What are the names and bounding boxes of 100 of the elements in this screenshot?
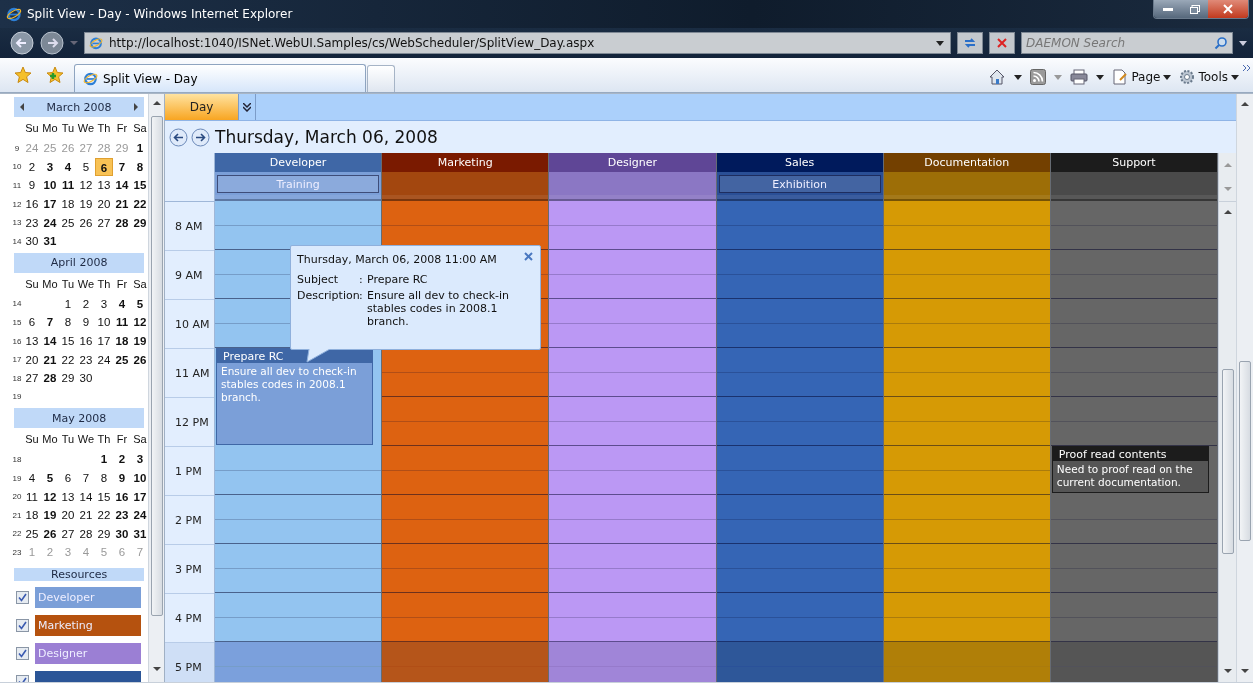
scrollbar-thumb[interactable] [150, 116, 163, 616]
calendar-day[interactable]: 15 [95, 487, 113, 506]
calendar-day[interactable]: 19 [41, 506, 59, 525]
calendar-day[interactable]: 2 [113, 450, 131, 469]
calendar-day[interactable]: 28 [41, 369, 59, 388]
calendar-day[interactable]: 25 [59, 213, 77, 232]
search-field[interactable]: DAEMON Search [1021, 32, 1233, 54]
calendar-day[interactable]: 14 [113, 176, 131, 195]
close-icon[interactable] [1208, 0, 1248, 18]
calendar-day[interactable]: 9 [77, 313, 95, 332]
calendar-day[interactable]: 30 [113, 524, 131, 543]
calendar-day[interactable]: 20 [59, 506, 77, 525]
calendar-day[interactable]: 16 [77, 332, 95, 351]
calendar-day[interactable]: 6 [23, 313, 41, 332]
all-day-event[interactable]: Exhibition [718, 175, 881, 193]
back-icon[interactable] [10, 31, 34, 55]
minimize-icon[interactable] [1154, 0, 1182, 18]
calendar-day[interactable]: 2 [77, 294, 95, 313]
calendar-day[interactable]: 1 [131, 139, 149, 158]
stop-button[interactable] [989, 32, 1015, 54]
calendar-day[interactable]: 17 [95, 332, 113, 351]
resource-checkbox[interactable] [16, 619, 29, 633]
calendar-day[interactable]: 16 [113, 487, 131, 506]
history-caret-icon[interactable] [70, 39, 78, 47]
calendar-day[interactable]: 28 [77, 524, 95, 543]
caret-icon[interactable] [936, 40, 944, 46]
calendar-day[interactable]: 11 [113, 313, 131, 332]
calendar-day[interactable]: 30 [77, 369, 95, 388]
caret-icon[interactable] [1231, 74, 1239, 80]
forward-icon[interactable] [40, 31, 64, 55]
calendar-day[interactable]: 11 [23, 487, 41, 506]
calendar-day[interactable]: 9 [23, 176, 41, 195]
previous-month-icon[interactable] [18, 103, 26, 111]
gear-icon[interactable] [1179, 69, 1196, 85]
calendar-day[interactable]: 25 [23, 524, 41, 543]
calendar-day[interactable]: 28 [113, 213, 131, 232]
calendar-day[interactable]: 20 [95, 195, 113, 214]
scrollbar-thumb[interactable] [1221, 369, 1234, 554]
calendar-day[interactable]: 18 [23, 506, 41, 525]
calendar-day[interactable]: 27 [23, 369, 41, 388]
caret-icon[interactable] [1163, 74, 1172, 80]
calendar-day[interactable]: 29 [131, 213, 149, 232]
calendar-day[interactable]: 1 [59, 294, 77, 313]
calendar-day[interactable]: 14 [77, 487, 95, 506]
calendar-day[interactable]: 24 [41, 213, 59, 232]
calendar-day[interactable]: 23 [23, 213, 41, 232]
calendar-day[interactable]: 23 [113, 506, 131, 525]
calendar-day[interactable]: 24 [131, 506, 149, 525]
calendar-day[interactable]: 5 [77, 157, 95, 176]
calendar-day[interactable]: 29 [59, 369, 77, 388]
browser-tab[interactable]: Split View - Day [74, 64, 366, 92]
calendar-day[interactable]: 7 [77, 469, 95, 487]
calendar-day[interactable]: 4 [23, 469, 41, 487]
next-day-icon[interactable] [191, 127, 210, 147]
appointment[interactable]: Prepare RC Ensure all dev to check-in stables codes in 2008.1 branch. [216, 348, 374, 445]
command-menu[interactable]: Page [1131, 70, 1161, 84]
calendar-day[interactable]: 13 [95, 176, 113, 195]
calendar-day[interactable]: 31 [41, 232, 59, 251]
restore-icon[interactable] [1182, 0, 1208, 18]
calendar-day[interactable]: 5 [41, 469, 59, 487]
add-favorite-icon[interactable] [46, 66, 64, 84]
calendar-day[interactable]: 17 [41, 195, 59, 214]
caret-icon[interactable] [1239, 40, 1247, 46]
calendar-day[interactable]: 10 [131, 469, 149, 487]
calendar-day[interactable]: 22 [59, 350, 77, 369]
calendar-day[interactable]: 21 [113, 195, 131, 214]
calendar-day[interactable]: 7 [41, 313, 59, 332]
home-icon[interactable] [988, 68, 1007, 86]
scroll-up-icon[interactable] [152, 99, 161, 107]
calendar-day[interactable]: 12 [77, 176, 95, 195]
scroll-up-icon[interactable] [1241, 100, 1249, 108]
calendar-day[interactable]: 4 [59, 157, 77, 176]
caret-icon[interactable] [1096, 74, 1105, 80]
calendar-day[interactable]: 22 [95, 506, 113, 525]
calendar-day[interactable]: 3 [41, 157, 59, 176]
calendar-day[interactable]: 2 [23, 157, 41, 176]
next-month-icon[interactable] [132, 103, 141, 111]
scroll-down-icon[interactable] [152, 665, 161, 673]
calendar-day[interactable]: 29 [95, 524, 113, 543]
calendar-day[interactable]: 3 [95, 294, 113, 313]
calendar-day[interactable]: 18 [113, 332, 131, 351]
close-icon[interactable] [524, 252, 533, 261]
resource-checkbox[interactable] [16, 591, 29, 605]
calendar-day[interactable]: 1 [95, 450, 113, 469]
calendar-day[interactable]: 8 [131, 157, 149, 176]
calendar-day[interactable]: 17 [131, 487, 149, 506]
calendar-day[interactable]: 27 [95, 213, 113, 232]
calendar-day[interactable]: 27 [59, 524, 77, 543]
calendar-day[interactable]: 9 [113, 469, 131, 487]
calendar-day[interactable]: 6 [59, 469, 77, 487]
calendar-day[interactable]: 13 [59, 487, 77, 506]
search-icon[interactable] [1214, 36, 1228, 50]
star-icon[interactable] [14, 66, 32, 84]
calendar-day[interactable]: 4 [113, 294, 131, 313]
calendar-day[interactable]: 21 [77, 506, 95, 525]
scrollbar-thumb[interactable] [1239, 361, 1251, 541]
calendar-day[interactable]: 24 [95, 350, 113, 369]
calendar-day[interactable]: 11 [59, 176, 77, 195]
refresh-button[interactable] [957, 32, 983, 54]
page-icon[interactable] [1112, 69, 1129, 85]
